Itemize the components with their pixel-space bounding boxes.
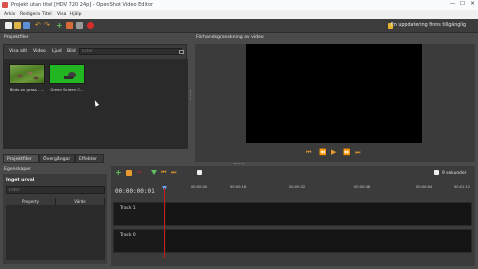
preview-panel: ⏮ ⏪ ▶ ⏩ ⏭ <box>195 44 475 162</box>
ruler-tick: 00:00:00 <box>191 185 208 189</box>
track-header[interactable]: Track 1 <box>114 203 164 225</box>
previous-marker-icon[interactable]: ⏮ <box>161 170 167 176</box>
file-thumbnail-birds[interactable] <box>9 64 45 84</box>
properties-title: Egenskaper <box>4 167 31 172</box>
filter-tab-audio[interactable]: Ljud <box>52 49 62 54</box>
jump-end-button[interactable]: ⏭ <box>355 149 360 156</box>
file-name-green-screen: Green Screen C... <box>50 87 84 92</box>
birds-image-icon <box>17 71 39 80</box>
column-property[interactable]: Property <box>6 198 56 205</box>
save-project-icon[interactable] <box>23 22 30 29</box>
add-marker-icon[interactable] <box>151 170 157 175</box>
track-header[interactable]: Track 0 <box>114 230 164 252</box>
track-name: Track 0 <box>120 233 136 238</box>
filter-tab-video[interactable]: Video <box>33 49 46 54</box>
file-thumbnail-green-screen[interactable] <box>49 64 85 84</box>
jump-start-button[interactable]: ⏮ <box>306 149 311 156</box>
horizontal-splitter[interactable] <box>234 163 244 165</box>
menu-visa[interactable]: Visa <box>57 12 66 17</box>
openshot-logo-icon <box>2 2 8 8</box>
menu-hjalp[interactable]: Hjälp <box>70 12 82 17</box>
close-button[interactable]: ✕ <box>468 1 477 8</box>
files-filter-row: Visa allt Video Ljud Bild <box>4 47 188 56</box>
zoom-out-icon[interactable] <box>197 170 202 175</box>
preview-title: Förhandsgranskning av video <box>196 35 264 40</box>
zoom-duration-label: 9 sekunder <box>442 170 467 176</box>
project-files-title: Projektfiler <box>4 35 29 40</box>
ruler-tick: 00:00:48 <box>354 185 371 189</box>
maximize-button[interactable]: ☐ <box>458 1 467 8</box>
timeline-panel: + ✂ ⏮ ⏭ 9 sekunder 00:00:00:01 00:00:00 … <box>111 166 475 266</box>
selection-label: Inget urval <box>6 178 35 183</box>
track-row[interactable]: Track 1 <box>113 202 472 226</box>
file-name-birds: Birds on grass - ... <box>9 87 45 92</box>
minimize-button[interactable]: — <box>448 1 457 8</box>
time-ruler[interactable]: 00:00:00 00:00:16 00:00:32 00:00:48 00:0… <box>164 182 474 196</box>
add-track-icon[interactable]: + <box>115 169 122 177</box>
undo-icon[interactable]: ↶ <box>35 22 42 29</box>
export-video-icon[interactable] <box>87 22 94 29</box>
vertical-splitter[interactable] <box>190 90 192 100</box>
redo-icon[interactable]: ↷ <box>44 22 51 29</box>
track-row[interactable]: Track 0 <box>113 229 472 253</box>
current-time-display: 00:00:00:01 <box>115 188 155 195</box>
menu-arkiv[interactable]: Arkiv <box>4 12 15 17</box>
column-value[interactable]: Värde <box>56 198 105 205</box>
update-notice[interactable]: En uppdatering finns tillgänglig <box>391 23 466 28</box>
snapping-icon[interactable] <box>126 170 132 176</box>
video-preview[interactable] <box>246 44 422 143</box>
main-toolbar: ↶ ↷ + En uppdatering finns tillgänglig <box>0 19 478 33</box>
new-project-icon[interactable] <box>5 22 12 29</box>
track-name: Track 1 <box>120 206 136 211</box>
project-files-panel: Visa allt Video Ljud Bild Birds on grass… <box>3 44 188 149</box>
title-bar: Projekt utan titel [HDV 720 24p] - OpenS… <box>0 0 478 10</box>
fast-forward-button[interactable]: ⏩ <box>343 149 350 156</box>
properties-panel: Inget urval Property Värde <box>3 174 107 264</box>
window-title: Projekt utan titel [HDV 720 24p] - OpenS… <box>11 2 153 8</box>
green-screen-image-icon <box>50 65 84 83</box>
properties-table: Property Värde <box>6 198 105 260</box>
track-lane[interactable] <box>166 203 471 225</box>
ruler-tick: 00:00:32 <box>289 185 306 189</box>
full-screen-icon[interactable] <box>76 22 83 29</box>
profile-icon[interactable] <box>66 22 73 29</box>
properties-filter-input[interactable] <box>6 186 105 194</box>
tab-transitions[interactable]: Övergångar <box>39 154 75 163</box>
clear-filter-icon[interactable] <box>179 49 184 54</box>
tab-effects[interactable]: Effekter <box>75 154 104 163</box>
tab-project-files[interactable]: Projektfiler <box>3 154 39 163</box>
filter-tab-image[interactable]: Bild <box>67 49 76 54</box>
menu-redigera[interactable]: Redigera <box>20 12 40 17</box>
track-lane[interactable] <box>166 230 471 252</box>
next-marker-icon[interactable]: ⏭ <box>171 170 177 176</box>
filter-tab-show-all[interactable]: Visa allt <box>9 49 27 54</box>
files-filter-input[interactable] <box>79 48 182 55</box>
ruler-tick: 00:00:16 <box>230 185 247 189</box>
playhead-line[interactable] <box>164 188 165 258</box>
ruler-tick: 00:01:12 <box>454 185 471 189</box>
razor-icon[interactable]: ✂ <box>137 170 143 176</box>
open-project-icon[interactable] <box>14 22 21 29</box>
menu-bar: Arkiv Redigera Titel Visa Hjälp <box>0 10 478 19</box>
ruler-tick: 00:00:64 <box>416 185 433 189</box>
play-button[interactable]: ▶ <box>331 148 336 156</box>
import-files-icon[interactable]: + <box>56 22 63 30</box>
rewind-button[interactable]: ⏪ <box>319 149 326 156</box>
menu-titel[interactable]: Titel <box>42 12 52 17</box>
zoom-in-icon[interactable] <box>434 170 439 175</box>
